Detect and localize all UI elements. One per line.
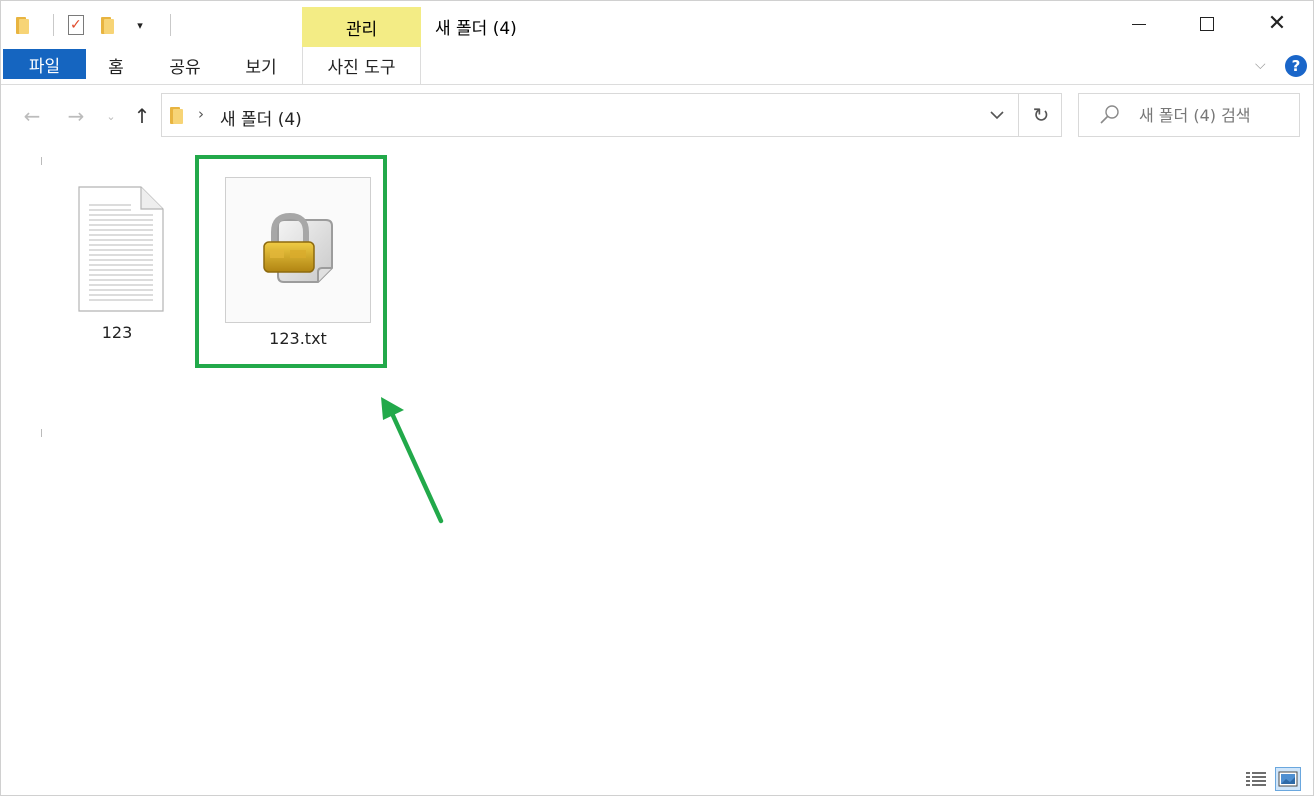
column-tick (41, 157, 42, 165)
chevron-right-icon[interactable]: › (198, 105, 204, 123)
toolbar-separator (53, 14, 54, 36)
column-tick (41, 429, 42, 437)
window-title: 새 폴더 (4) (435, 19, 517, 39)
recent-locations-icon[interactable]: ⌄ (103, 103, 119, 129)
ribbon-tabs: 파일 홈 공유 보기 사진 도구 ⌵ ? (1, 47, 1313, 85)
address-divider (1018, 94, 1019, 136)
details-view-icon (1246, 772, 1266, 786)
search-input[interactable] (1139, 104, 1289, 126)
tab-home[interactable]: 홈 (96, 47, 136, 83)
navigation-bar: ← → ⌄ ↑ › 새 폴더 (4) ↻ (1, 85, 1313, 147)
tab-share[interactable]: 공유 (161, 47, 209, 83)
new-folder-icon[interactable] (96, 13, 120, 37)
chevron-down-icon[interactable] (984, 102, 1010, 128)
back-arrow-icon[interactable]: ← (19, 103, 45, 129)
minimize-icon (1132, 23, 1146, 25)
file-list: 123 123.txt (1, 147, 1313, 795)
tab-picture-tools[interactable]: 사진 도구 (302, 47, 421, 84)
quick-access-toolbar: ▾ (11, 11, 181, 39)
search-box[interactable] (1078, 93, 1300, 137)
explorer-window: ▾ 관리 새 폴더 (4) ✕ 파일 홈 공유 보기 사진 도구 ⌵ ? ← →… (0, 0, 1314, 796)
refresh-icon[interactable]: ↻ (1028, 102, 1054, 128)
annotation-arrow (381, 397, 444, 524)
details-view-button[interactable] (1243, 767, 1269, 791)
folder-icon[interactable] (11, 13, 35, 37)
title-bar: ▾ 관리 새 폴더 (4) ✕ (1, 1, 1313, 47)
properties-icon[interactable] (64, 13, 88, 37)
large-icons-view-icon (1278, 771, 1298, 787)
text-document-icon (78, 186, 164, 312)
minimize-button[interactable] (1104, 1, 1174, 47)
large-icons-view-button[interactable] (1275, 767, 1301, 791)
file-name: 123 (101, 323, 133, 342)
up-arrow-icon[interactable]: ↑ (131, 103, 153, 129)
toolbar-separator (170, 14, 171, 36)
folder-icon (170, 107, 184, 124)
close-button[interactable]: ✕ (1242, 1, 1312, 47)
close-icon: ✕ (1267, 11, 1287, 36)
context-tab-group: 관리 (302, 7, 421, 47)
customize-toolbar-icon[interactable]: ▾ (128, 13, 152, 37)
expand-ribbon-icon[interactable]: ⌵ (1255, 57, 1266, 73)
help-icon[interactable]: ? (1285, 55, 1307, 77)
highlight-box (195, 155, 387, 368)
forward-arrow-icon[interactable]: → (63, 103, 89, 129)
search-icon (1100, 105, 1119, 124)
maximize-button[interactable] (1172, 1, 1242, 47)
tab-file[interactable]: 파일 (3, 49, 86, 79)
file-item[interactable]: 123 (57, 185, 177, 342)
tab-view[interactable]: 보기 (237, 47, 285, 83)
maximize-icon (1200, 17, 1214, 31)
breadcrumb-item[interactable]: 새 폴더 (4) (220, 105, 302, 130)
address-bar[interactable]: › 새 폴더 (4) ↻ (161, 93, 1062, 137)
